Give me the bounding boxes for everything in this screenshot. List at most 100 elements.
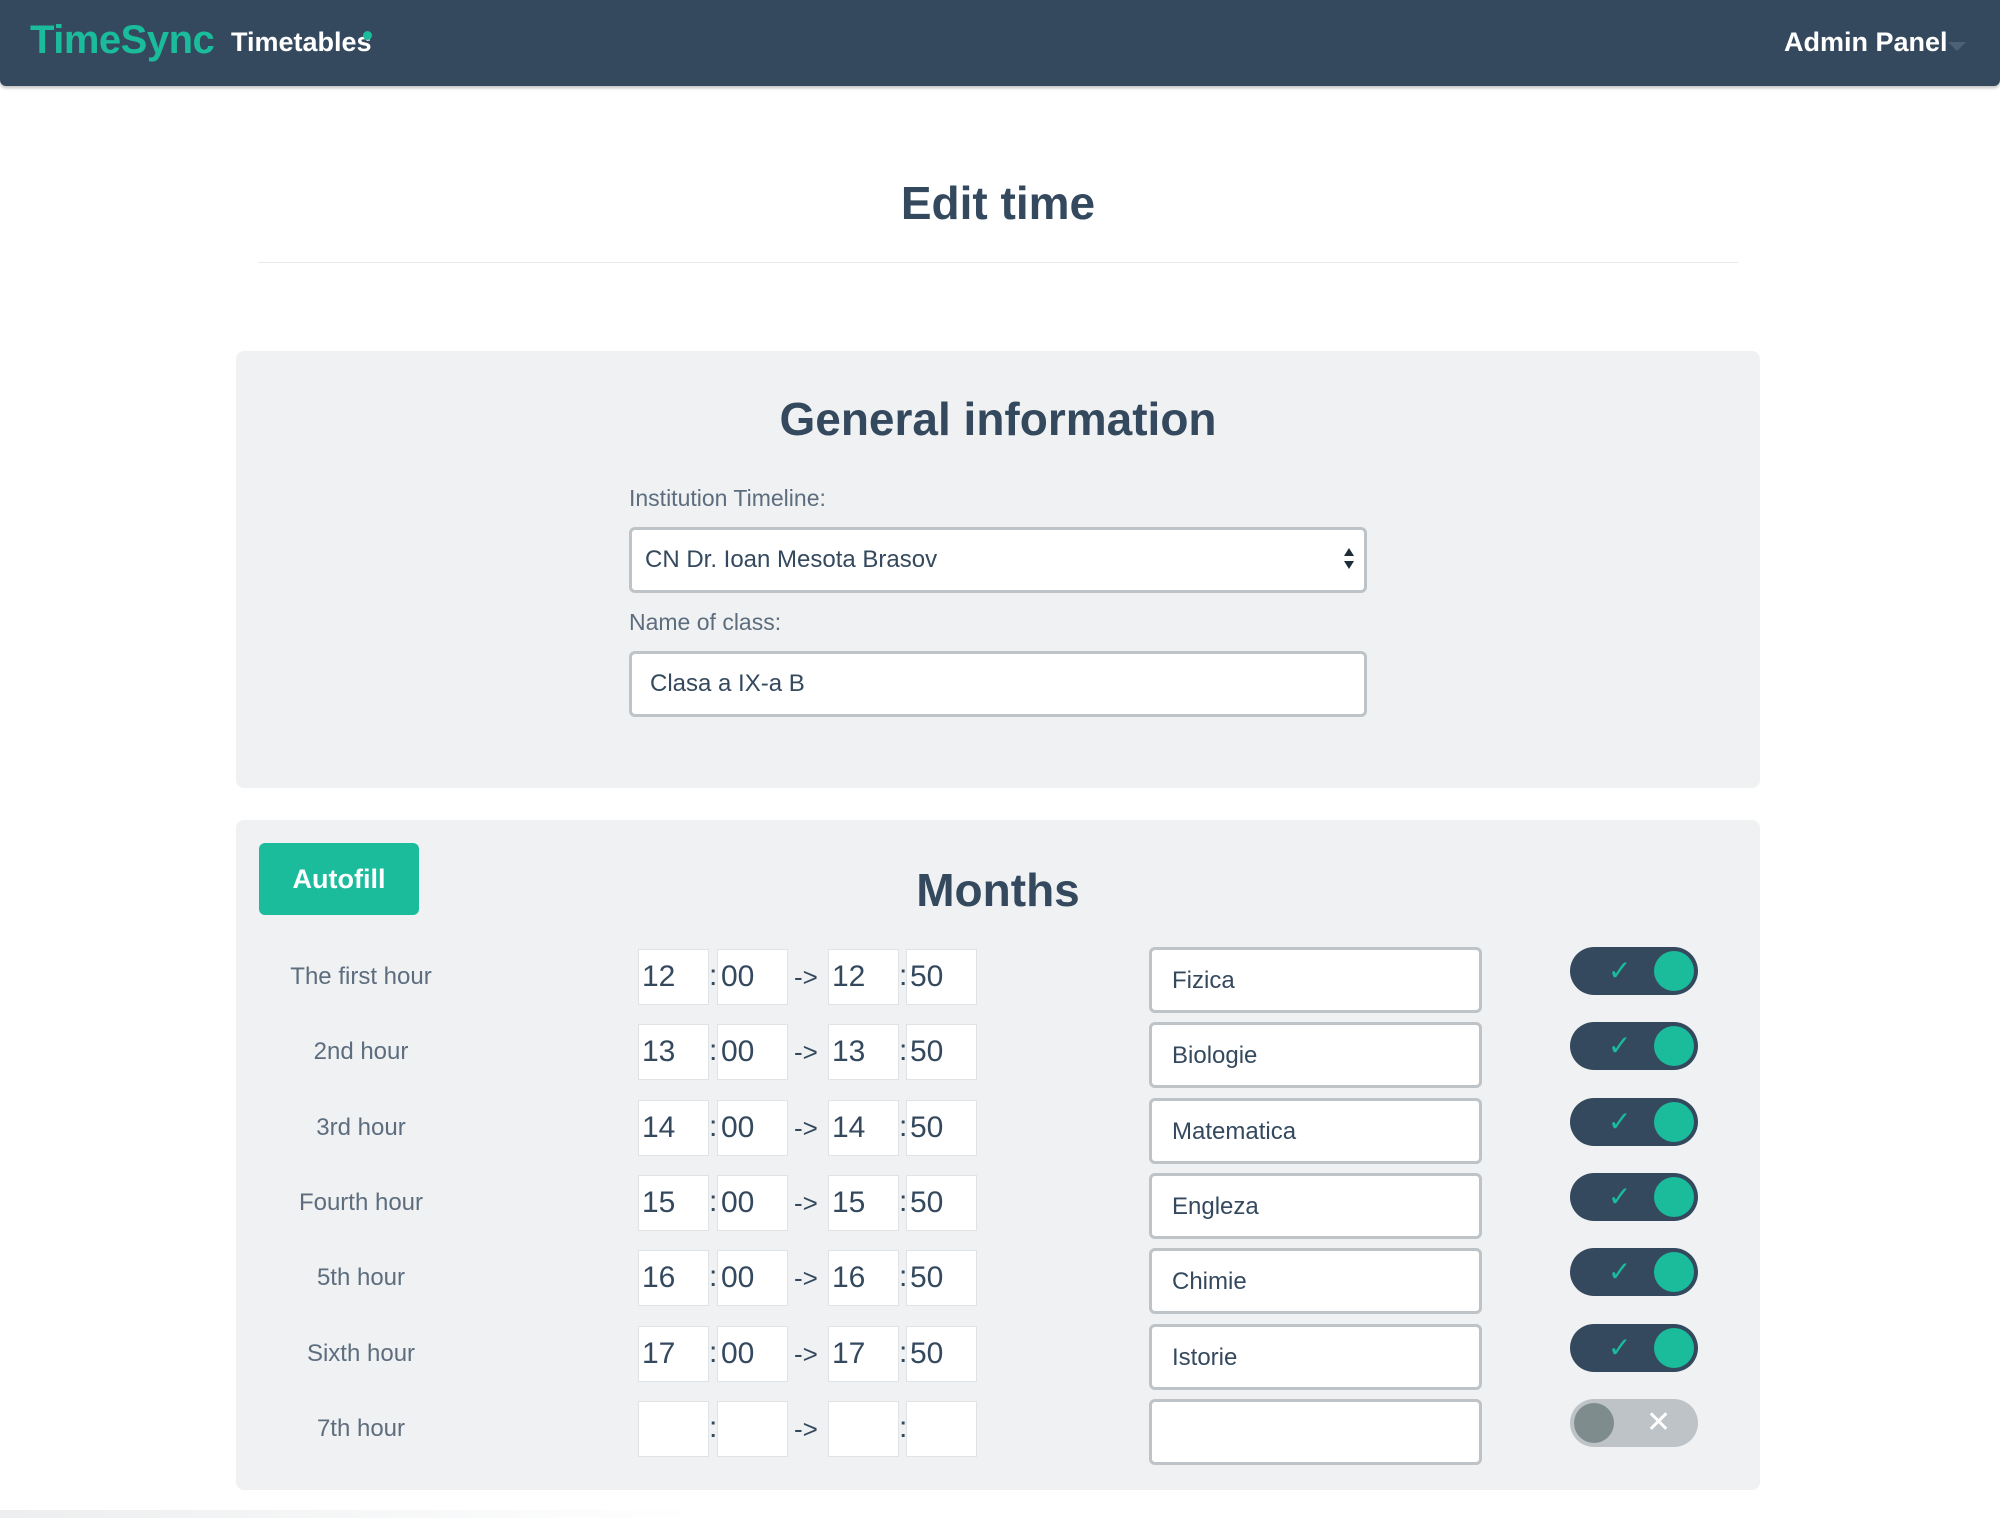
time-range-arrow: -> (794, 1338, 818, 1369)
toggle-knob (1654, 1176, 1694, 1217)
time-range-arrow: -> (794, 1037, 818, 1068)
check-icon: ✓ (1608, 1180, 1632, 1212)
hour-label: 5th hour (316, 1264, 406, 1292)
toggle-knob (1574, 1402, 1614, 1443)
subject-value: Engleza (1172, 1192, 1259, 1220)
end-minute-input[interactable]: 50 (906, 1325, 977, 1382)
general-information-panel: General information Institution Timeline… (236, 351, 1760, 788)
start-hour-input[interactable]: 15 (638, 1174, 709, 1231)
title-divider (258, 262, 1738, 263)
end-minute-input[interactable] (906, 1400, 977, 1457)
hour-label: Fourth hour (298, 1188, 424, 1216)
hour-row: The first hour 12:00 -> 12:50 Fizica ✓ (236, 947, 1760, 1013)
end-hour-input[interactable] (828, 1400, 899, 1457)
start-minute-input[interactable]: 00 (717, 1099, 788, 1156)
hour-label: 7th hour (316, 1414, 406, 1442)
nav-active-dot-icon (363, 31, 372, 40)
page-title: Edit time (900, 177, 1096, 229)
subject-input[interactable]: Biologie (1149, 1022, 1482, 1089)
general-information-title: General information (779, 393, 1217, 445)
check-icon: ✓ (1608, 1105, 1632, 1137)
start-minute-input[interactable] (717, 1400, 788, 1457)
nav-link-timetables[interactable]: Timetables (231, 27, 372, 58)
end-hour-input[interactable]: 15 (828, 1174, 899, 1231)
subject-value: Fizica (1172, 967, 1235, 994)
class-name-label: Name of class: (629, 609, 782, 635)
brand-logo[interactable]: TimeSync (30, 18, 215, 63)
end-hour-input[interactable]: 16 (828, 1250, 899, 1307)
chevron-down-icon[interactable] (1948, 42, 1966, 51)
subject-input[interactable]: Matematica (1149, 1097, 1482, 1164)
start-minute-input[interactable]: 00 (717, 1325, 788, 1382)
bottom-shadow (0, 1510, 700, 1518)
hour-row: 7th hour: ->: ✕ (236, 1398, 1760, 1465)
institution-timeline-value: CN Dr. Ioan Mesota Brasov (645, 546, 938, 573)
start-hour-input[interactable]: 12 (638, 949, 709, 1005)
hour-label: 3rd hour (316, 1113, 406, 1141)
subject-input[interactable] (1149, 1398, 1482, 1465)
months-panel: Autofill Months The first hour 12:00 -> 12:… (236, 820, 1760, 1490)
subject-value: Biologie (1172, 1042, 1258, 1070)
hour-label: Sixth hour (306, 1339, 416, 1367)
subject-value: Matematica (1172, 1117, 1297, 1145)
start-minute-input[interactable]: 00 (717, 1250, 788, 1307)
check-icon: ✓ (1608, 1030, 1632, 1062)
admin-panel-menu[interactable]: Admin Panel (1784, 27, 1948, 58)
hour-enabled-toggle[interactable]: ✓ (1570, 947, 1698, 995)
start-hour-input[interactable]: 13 (638, 1024, 709, 1081)
start-hour-input[interactable]: 17 (638, 1325, 709, 1382)
class-name-input[interactable]: Clasa a IX-a B (629, 651, 1367, 717)
subject-input[interactable]: Fizica (1149, 947, 1482, 1013)
end-minute-input[interactable]: 50 (906, 1024, 977, 1081)
time-range-arrow: -> (794, 1112, 818, 1143)
toggle-knob (1654, 1026, 1694, 1067)
end-minute-input[interactable]: 50 (906, 1250, 977, 1307)
start-minute-input[interactable]: 00 (717, 949, 788, 1005)
toggle-knob (1654, 1101, 1694, 1142)
class-name-value: Clasa a IX-a B (650, 670, 805, 697)
hour-row: Fourth hour 15:00 -> 15:50 Engleza ✓ (236, 1172, 1760, 1239)
start-minute-input[interactable]: 00 (717, 1174, 788, 1231)
start-hour-input[interactable]: 16 (638, 1250, 709, 1307)
end-minute-input[interactable]: 50 (906, 1174, 977, 1231)
toggle-knob (1654, 951, 1694, 991)
time-range-arrow: -> (794, 1263, 818, 1294)
subject-value: Chimie (1172, 1268, 1247, 1296)
start-minute-input[interactable]: 00 (717, 1024, 788, 1081)
toggle-knob (1654, 1327, 1694, 1368)
hour-enabled-toggle[interactable]: ✕ (1570, 1398, 1698, 1447)
start-hour-input[interactable]: 14 (638, 1099, 709, 1156)
hour-enabled-toggle[interactable]: ✓ (1570, 1323, 1698, 1372)
institution-timeline-select[interactable]: CN Dr. Ioan Mesota Brasov (629, 527, 1367, 593)
end-hour-input[interactable]: 13 (828, 1024, 899, 1081)
end-minute-input[interactable]: 50 (906, 1099, 977, 1156)
end-hour-input[interactable]: 14 (828, 1099, 899, 1156)
subject-input[interactable]: Engleza (1149, 1172, 1482, 1239)
toggle-knob (1654, 1252, 1694, 1293)
institution-timeline-label: Institution Timeline: (629, 485, 826, 511)
subject-input[interactable]: Istorie (1149, 1323, 1482, 1390)
check-icon: ✓ (1608, 1331, 1632, 1363)
end-hour-input[interactable]: 12 (828, 949, 899, 1005)
hour-enabled-toggle[interactable]: ✓ (1570, 1022, 1698, 1071)
hour-label: The first hour (290, 963, 432, 990)
hour-enabled-toggle[interactable]: ✓ (1570, 1248, 1698, 1297)
hour-row: Sixth hour 17:00 -> 17:50 Istorie ✓ (236, 1323, 1760, 1390)
end-minute-input[interactable]: 50 (906, 949, 977, 1005)
hour-label: 2nd hour (313, 1038, 409, 1066)
time-range-arrow: -> (794, 962, 818, 992)
check-icon: ✓ (1608, 1256, 1632, 1288)
hour-row: 3rd hour 14:00 -> 14:50 Matematica ✓ (236, 1097, 1760, 1164)
close-icon: ✕ (1646, 1405, 1672, 1439)
end-hour-input[interactable]: 17 (828, 1325, 899, 1382)
select-arrows-icon (1343, 548, 1355, 572)
hour-row: 2nd hour 13:00 -> 13:50 Biologie ✓ (236, 1022, 1760, 1089)
months-title: Months (916, 864, 1080, 916)
subject-value: Istorie (1172, 1343, 1238, 1371)
time-range-arrow: -> (794, 1413, 818, 1444)
subject-input[interactable]: Chimie (1149, 1248, 1482, 1315)
hour-enabled-toggle[interactable]: ✓ (1570, 1097, 1698, 1146)
check-icon: ✓ (1608, 955, 1632, 986)
start-hour-input[interactable] (638, 1400, 709, 1457)
hour-enabled-toggle[interactable]: ✓ (1570, 1172, 1698, 1221)
